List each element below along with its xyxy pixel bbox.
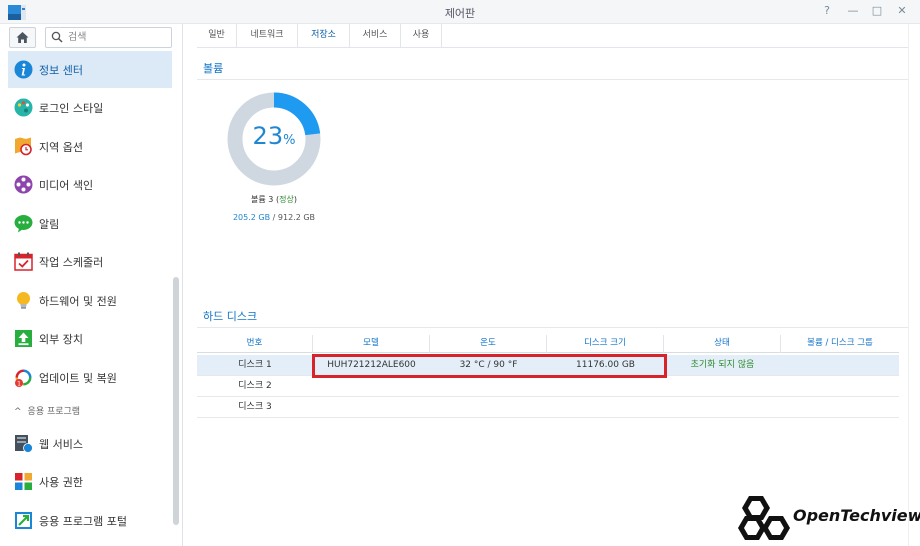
search-input[interactable] xyxy=(68,30,168,45)
volume-divider xyxy=(197,79,908,80)
sidebar-item-label: 외부 장치 xyxy=(39,333,83,346)
upload-icon xyxy=(15,330,32,347)
watermark-text: OpenTechview xyxy=(793,506,920,525)
col-header-status[interactable]: 상태 xyxy=(664,335,781,353)
volume-name-close: ) xyxy=(293,195,297,204)
sidebar-item-regional-options[interactable]: 지역 옵션 xyxy=(8,128,172,165)
web-service-icon xyxy=(15,435,33,453)
cell-number: 디스크 2 xyxy=(238,381,272,391)
update-badge-count: 1 xyxy=(17,380,21,387)
disk-section-title: 하드 디스크 xyxy=(203,310,258,323)
volume-status: 정상 xyxy=(279,195,294,204)
sidebar-item-label: 정보 센터 xyxy=(39,64,83,77)
info-icon xyxy=(14,60,33,79)
chevron-up-icon: ^ xyxy=(14,407,22,417)
percent-value: 23 xyxy=(252,122,284,150)
close-icon[interactable]: ✕ xyxy=(895,4,909,18)
disk-divider xyxy=(197,327,908,328)
col-header-temperature[interactable]: 온도 xyxy=(430,335,547,353)
cell-volume-group xyxy=(781,355,899,376)
sidebar-item-update-restore[interactable]: 1 업데이트 및 복원 xyxy=(8,359,172,396)
volume-used: 205.2 GB xyxy=(232,213,271,222)
sidebar-item-label: 미디어 색인 xyxy=(39,179,94,192)
volume-name-text: 볼륨 3 ( xyxy=(251,195,280,204)
lightbulb-icon xyxy=(17,292,30,309)
film-reel-icon xyxy=(14,175,33,194)
help-icon[interactable]: ? xyxy=(820,4,834,18)
minimize-icon[interactable]: — xyxy=(846,4,860,18)
tab-storage[interactable]: 저장소 xyxy=(298,24,350,47)
col-header-model[interactable]: 모델 xyxy=(313,335,430,353)
col-header-disk-size[interactable]: 디스크 크기 xyxy=(547,335,664,353)
content-scrollbar[interactable] xyxy=(908,24,920,546)
home-icon xyxy=(16,32,29,43)
portal-icon xyxy=(15,512,32,529)
cell-status: 초기화 되지 않음 xyxy=(690,360,755,370)
maximize-icon[interactable]: □ xyxy=(870,4,884,18)
red-highlight-box xyxy=(312,354,667,378)
disk-table-header: 번호 모델 온도 디스크 크기 상태 볼륨 / 디스크 그룹 xyxy=(197,335,899,353)
search-box[interactable] xyxy=(45,27,172,48)
sidebar-item-app-portal[interactable]: 응용 프로그램 포털 xyxy=(8,502,172,539)
sidebar-item-label: 사용 권한 xyxy=(39,476,83,489)
cell-number: 디스크 3 xyxy=(238,402,272,412)
sidebar-item-hardware-power[interactable]: 하드웨어 및 전원 xyxy=(8,282,172,319)
calendar-check-icon xyxy=(14,252,33,271)
sidebar-item-label: 업데이트 및 복원 xyxy=(39,372,117,385)
sidebar: 정보 센터 로그인 스타일 지역 옵션 xyxy=(0,24,183,546)
chat-bubble-icon xyxy=(14,215,33,233)
sidebar-item-info-center[interactable]: 정보 센터 xyxy=(8,51,172,88)
update-icon: 1 xyxy=(15,369,32,387)
volume-name: 볼륨 3 (정상) xyxy=(207,194,341,205)
permission-icon xyxy=(15,473,32,490)
group-header-applications[interactable]: ^ 응용 프로그램 xyxy=(14,404,80,417)
control-panel-window: 제어판 ? — □ ✕ 정보 센터 xyxy=(0,0,920,546)
sidebar-item-task-scheduler[interactable]: 작업 스케줄러 xyxy=(8,243,172,280)
sidebar-item-label: 작업 스케줄러 xyxy=(39,256,104,269)
col-header-number[interactable]: 번호 xyxy=(197,335,313,353)
percent-unit: % xyxy=(283,133,296,148)
sidebar-item-notifications[interactable]: 알림 xyxy=(8,205,172,242)
sidebar-item-label: 로그인 스타일 xyxy=(39,102,104,115)
tab-services[interactable]: 서비스 xyxy=(350,24,401,47)
sidebar-scrollbar[interactable] xyxy=(173,277,179,525)
group-header-label: 응용 프로그램 xyxy=(27,407,81,417)
tab-bar: 일반 네트워크 저장소 서비스 사용 xyxy=(197,24,909,48)
palette-icon xyxy=(14,98,33,117)
volume-capacity: 205.2 GB / 912.2 GB xyxy=(207,213,341,222)
sidebar-item-label: 응용 프로그램 포털 xyxy=(39,515,127,528)
sidebar-item-label: 웹 서비스 xyxy=(39,438,83,451)
cell-number: 디스크 1 xyxy=(238,360,272,370)
sidebar-item-label: 알림 xyxy=(39,218,60,231)
sidebar-item-login-style[interactable]: 로그인 스타일 xyxy=(8,89,172,126)
sidebar-item-web-services[interactable]: 웹 서비스 xyxy=(8,425,172,462)
volume-total: / 912.2 GB xyxy=(270,213,316,222)
clock-map-icon xyxy=(15,137,32,156)
sidebar-item-permissions[interactable]: 사용 권한 xyxy=(8,463,172,500)
tab-general[interactable]: 일반 xyxy=(197,24,237,47)
home-button[interactable] xyxy=(9,27,36,48)
tab-network[interactable]: 네트워크 xyxy=(237,24,298,47)
volume-usage-donut: 23% xyxy=(227,92,321,186)
sidebar-item-external-devices[interactable]: 외부 장치 xyxy=(8,320,172,357)
volume-usage-percent: 23% xyxy=(227,122,321,150)
title-bar: 제어판 ? — □ ✕ xyxy=(0,0,920,24)
search-icon xyxy=(51,31,63,43)
sidebar-item-label: 지역 옵션 xyxy=(39,141,83,154)
col-header-volume-group[interactable]: 볼륨 / 디스크 그룹 xyxy=(781,335,899,353)
window-title: 제어판 xyxy=(444,7,476,20)
sidebar-item-media-index[interactable]: 미디어 색인 xyxy=(8,166,172,203)
table-row[interactable]: 디스크 3 xyxy=(197,397,899,418)
volume-section-title: 볼륨 xyxy=(203,62,224,75)
table-row[interactable]: 디스크 2 xyxy=(197,376,899,397)
sidebar-item-label: 하드웨어 및 전원 xyxy=(39,295,117,308)
tab-usage[interactable]: 사용 xyxy=(401,24,442,47)
